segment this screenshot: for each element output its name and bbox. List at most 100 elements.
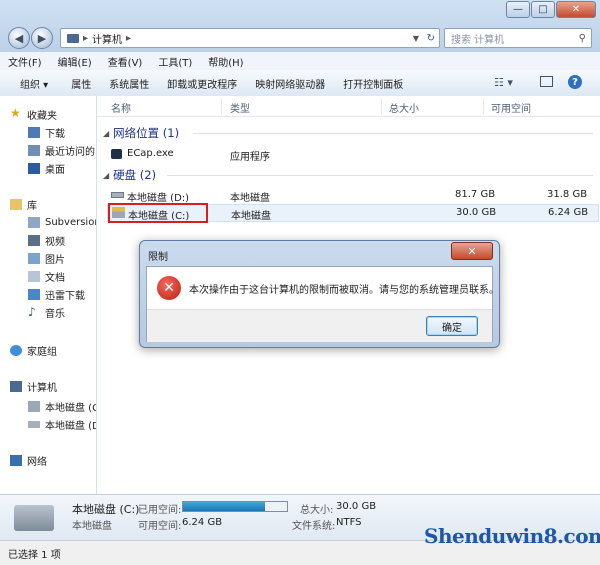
- menu-file[interactable]: 文件(F): [0, 54, 50, 69]
- search-placeholder: 搜索 计算机: [451, 34, 505, 46]
- search-input[interactable]: 搜索 计算机 ⚲: [444, 28, 592, 48]
- group-divider: [167, 175, 593, 176]
- column-free-space[interactable]: 可用空间: [491, 100, 531, 115]
- breadcrumb-chevron-icon: ▸: [126, 32, 132, 44]
- homegroup-icon: [10, 344, 22, 356]
- nav-documents[interactable]: 文档: [28, 268, 65, 284]
- search-icon: ⚲: [578, 32, 586, 44]
- nav-downloads[interactable]: 下载: [28, 124, 65, 140]
- back-button[interactable]: ◀: [8, 27, 30, 49]
- control-panel-button[interactable]: 打开控制面板: [334, 76, 412, 91]
- total-size-value: 30.0 GB: [336, 501, 377, 512]
- nav-subversion[interactable]: Subversion: [28, 214, 96, 230]
- item-type: 本地磁盘: [231, 211, 271, 222]
- uninstall-button[interactable]: 卸载或更改程序: [158, 76, 246, 91]
- column-separator[interactable]: [221, 98, 222, 114]
- dialog-close-button[interactable]: ✕: [451, 242, 493, 260]
- column-headers: 名称 类型 总大小 可用空间: [97, 96, 600, 117]
- system-properties-button[interactable]: 系统属性: [100, 76, 158, 91]
- nav-favorites[interactable]: ★ 收藏夹: [10, 106, 57, 122]
- nav-pictures[interactable]: 图片: [28, 250, 65, 266]
- nav-desktop[interactable]: 桌面: [28, 160, 65, 176]
- dialog-body: ✕ 本次操作由于这台计算机的限制而被取消。请与您的系统管理员联系。 确定: [146, 266, 499, 342]
- close-icon: ✕: [467, 244, 477, 258]
- videos-icon: [28, 234, 40, 246]
- library-folder-icon: [28, 216, 40, 228]
- computer-icon: [10, 380, 22, 392]
- list-item-ecap[interactable]: ECap.exe 应用程序: [107, 146, 597, 163]
- xunlei-folder-icon: [28, 288, 40, 300]
- refresh-icon[interactable]: ↻: [427, 33, 435, 44]
- group-network-locations[interactable]: ◢ 网络位置 (1): [103, 125, 179, 141]
- nav-computer[interactable]: 计算机: [10, 378, 57, 394]
- filesystem-label: 文件系统:: [292, 521, 336, 532]
- title-bar: — □ ✕: [0, 0, 600, 22]
- item-total-size: 81.7 GB: [455, 189, 496, 200]
- nav-xunlei[interactable]: 迅雷下载: [28, 286, 85, 302]
- nav-videos[interactable]: 视频: [28, 232, 65, 248]
- group-hard-drives[interactable]: ◢ 硬盘 (2): [103, 167, 156, 183]
- highlight-box: [108, 203, 208, 223]
- item-type: 应用程序: [230, 152, 270, 163]
- dialog-message: 本次操作由于这台计算机的限制而被取消。请与您的系统管理员联系。: [189, 285, 499, 296]
- nav-drive-c[interactable]: 本地磁盘 (C: [28, 398, 96, 414]
- desktop-icon: [28, 162, 40, 174]
- item-free-space: 31.8 GB: [547, 189, 588, 200]
- item-name: 本地磁盘 (D:): [127, 193, 190, 204]
- column-type[interactable]: 类型: [230, 100, 250, 115]
- menu-bar: 文件(F) 编辑(E) 查看(V) 工具(T) 帮助(H): [0, 52, 600, 71]
- group-collapse-icon: ◢: [103, 128, 110, 138]
- breadcrumb-chevron-icon: ▸: [83, 32, 89, 44]
- status-selected-count: 已选择 1 项: [8, 550, 61, 561]
- organize-button[interactable]: 组织 ▾: [0, 76, 57, 91]
- column-separator[interactable]: [381, 98, 382, 114]
- maximize-button[interactable]: □: [531, 1, 555, 18]
- nav-libraries[interactable]: 库: [10, 196, 37, 212]
- error-icon: ✕: [157, 276, 181, 300]
- address-row: ◀ ▶ ▸ 计算机 ▸ ▼ ↻ 搜索 计算机 ⚲: [0, 24, 600, 50]
- window-controls: — □ ✕: [506, 1, 596, 18]
- map-drive-button[interactable]: 映射网络驱动器: [246, 76, 334, 91]
- address-bar[interactable]: ▸ 计算机 ▸ ▼ ↻: [60, 28, 440, 48]
- preview-pane-icon[interactable]: [540, 76, 553, 87]
- star-icon: ★: [10, 106, 21, 120]
- item-name: ECap.exe: [127, 148, 174, 159]
- drive-large-icon: [14, 505, 54, 531]
- column-name[interactable]: 名称: [111, 100, 131, 115]
- used-space-label: 已用空间:: [138, 505, 182, 516]
- view-options-icon[interactable]: ☷ ▾: [494, 76, 513, 89]
- computer-icon: [67, 33, 79, 43]
- nav-network[interactable]: 网络: [10, 452, 47, 468]
- dialog-footer: 确定: [147, 309, 492, 342]
- menu-tools[interactable]: 工具(T): [150, 54, 200, 69]
- forward-button[interactable]: ▶: [31, 27, 53, 49]
- column-separator[interactable]: [483, 98, 484, 114]
- ok-button[interactable]: 确定: [426, 316, 478, 336]
- item-free-space: 6.24 GB: [548, 207, 589, 218]
- details-kind: 本地磁盘: [72, 521, 112, 532]
- close-button[interactable]: ✕: [556, 1, 596, 18]
- forward-arrow-icon: ▶: [37, 31, 47, 45]
- total-size-label: 总大小:: [300, 505, 334, 516]
- music-icon: ♪: [28, 304, 36, 319]
- address-dropdown-icon[interactable]: ▼: [413, 34, 419, 43]
- nav-drive-d[interactable]: 本地磁盘 (D: [28, 416, 96, 432]
- breadcrumb[interactable]: 计算机: [92, 31, 122, 46]
- hard-drive-icon: [111, 192, 124, 198]
- properties-button[interactable]: 属性: [57, 76, 100, 91]
- help-icon[interactable]: ?: [568, 75, 582, 89]
- menu-edit[interactable]: 编辑(E): [50, 54, 100, 69]
- nav-recent[interactable]: 最近访问的: [28, 142, 95, 158]
- menu-view[interactable]: 查看(V): [100, 54, 151, 69]
- network-icon: [10, 454, 22, 466]
- recent-places-icon: [28, 144, 40, 156]
- list-item-drive-d[interactable]: 本地磁盘 (D:) 本地磁盘 81.7 GB 31.8 GB: [107, 187, 597, 204]
- menu-help[interactable]: 帮助(H): [200, 54, 251, 69]
- details-name: 本地磁盘 (C:): [72, 503, 140, 516]
- nav-homegroup[interactable]: 家庭组: [10, 342, 57, 358]
- navigation-pane: ★ 收藏夹 下载 最近访问的 桌面 库 Subversion 视频 图片 文档 迅…: [0, 96, 97, 494]
- minimize-button[interactable]: —: [506, 1, 530, 18]
- column-total-size[interactable]: 总大小: [389, 100, 419, 115]
- hard-drive-icon: [28, 420, 40, 428]
- nav-music[interactable]: ♪ 音乐: [28, 304, 65, 320]
